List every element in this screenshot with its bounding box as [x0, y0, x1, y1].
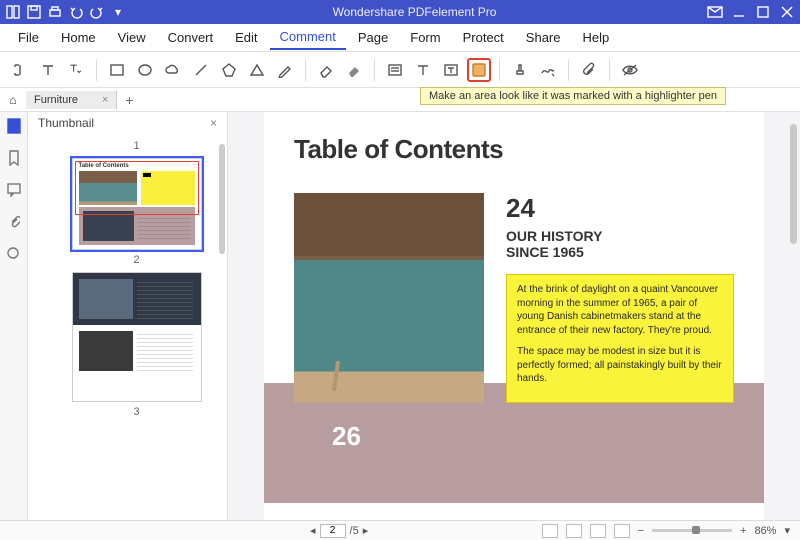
- menu-home[interactable]: Home: [51, 26, 106, 49]
- left-rail: [0, 112, 28, 520]
- separator: [499, 59, 500, 81]
- maximize-icon[interactable]: [754, 3, 772, 21]
- pencil-icon[interactable]: [273, 58, 297, 82]
- next-page-icon[interactable]: ▸: [363, 524, 369, 537]
- rectangle-icon[interactable]: [105, 58, 129, 82]
- oval-icon[interactable]: [133, 58, 157, 82]
- menubar: File Home View Convert Edit Comment Page…: [0, 24, 800, 52]
- separator: [568, 59, 569, 81]
- prev-page-icon[interactable]: ◂: [310, 524, 316, 537]
- document-tab[interactable]: Furniture ×: [26, 91, 117, 109]
- connected-lines-icon[interactable]: [245, 58, 269, 82]
- polygon-icon[interactable]: [217, 58, 241, 82]
- panel-title: Thumbnail: [38, 116, 94, 130]
- stamp-icon[interactable]: [508, 58, 532, 82]
- two-page-continuous-icon[interactable]: [614, 524, 630, 538]
- redo-icon[interactable]: [88, 3, 106, 21]
- entry-number: 24: [506, 193, 734, 224]
- page-scrollbar[interactable]: [790, 124, 797, 244]
- area-highlight-icon[interactable]: [467, 58, 491, 82]
- panel-close-icon[interactable]: ×: [210, 116, 217, 130]
- text-icon[interactable]: [36, 58, 60, 82]
- minimize-icon[interactable]: [730, 3, 748, 21]
- tooltip: Make an area look like it was marked wit…: [420, 87, 726, 105]
- text-select-icon[interactable]: [8, 58, 32, 82]
- menu-protect[interactable]: Protect: [453, 26, 514, 49]
- menu-convert[interactable]: Convert: [158, 26, 224, 49]
- tab-close-icon[interactable]: ×: [102, 94, 108, 106]
- content-image: [294, 193, 484, 403]
- thumb-label: 3: [56, 406, 217, 418]
- eraser-icon[interactable]: [314, 58, 338, 82]
- thumbnail-panel: Thumbnail × 1 Table of Contents 2 3: [28, 112, 228, 520]
- status-bar: ◂ /5 ▸ − + 86% ▾: [0, 520, 800, 540]
- thumb-label: 1: [56, 140, 217, 152]
- typewriter-icon[interactable]: [411, 58, 435, 82]
- attachment-icon[interactable]: [577, 58, 601, 82]
- menu-page[interactable]: Page: [348, 26, 398, 49]
- single-page-icon[interactable]: [542, 524, 558, 538]
- app-logo-icon: [4, 3, 22, 21]
- cloud-icon[interactable]: [161, 58, 185, 82]
- zoom-out-icon[interactable]: −: [638, 525, 644, 537]
- highlighted-area[interactable]: At the brink of daylight on a quaint Van…: [506, 274, 734, 403]
- menu-file[interactable]: File: [8, 26, 49, 49]
- pdf-page: Table of Contents 24 OUR HISTORYSINCE 19…: [264, 112, 764, 520]
- text-dropdown-icon[interactable]: [64, 58, 88, 82]
- eraser-alt-icon[interactable]: [342, 58, 366, 82]
- menu-view[interactable]: View: [108, 26, 156, 49]
- comment-toolbar: Make an area look like it was marked wit…: [0, 52, 800, 88]
- bookmark-rail-icon[interactable]: [4, 148, 24, 168]
- line-icon[interactable]: [189, 58, 213, 82]
- separator: [609, 59, 610, 81]
- note-icon[interactable]: [383, 58, 407, 82]
- save-icon[interactable]: [25, 3, 43, 21]
- menu-share[interactable]: Share: [516, 26, 571, 49]
- page-heading: Table of Contents: [294, 134, 734, 165]
- thumbnail-page-2[interactable]: Table of Contents: [72, 158, 202, 250]
- thumb-scrollbar[interactable]: [219, 144, 225, 254]
- page-input[interactable]: [320, 524, 346, 538]
- app-title: Wondershare PDFelement Pro: [123, 5, 706, 19]
- thumbnail-rail-icon[interactable]: [4, 116, 24, 136]
- menu-form[interactable]: Form: [400, 26, 450, 49]
- page-total: /5: [350, 525, 359, 537]
- signature-icon[interactable]: [536, 58, 560, 82]
- pager: ◂ /5 ▸: [310, 524, 368, 538]
- comment-rail-icon[interactable]: [4, 180, 24, 200]
- page-view[interactable]: Table of Contents 24 OUR HISTORYSINCE 19…: [228, 112, 800, 520]
- attachment-rail-icon[interactable]: [4, 212, 24, 232]
- continuous-icon[interactable]: [566, 524, 582, 538]
- separator: [96, 59, 97, 81]
- undo-icon[interactable]: [67, 3, 85, 21]
- document-tab-label: Furniture: [34, 94, 78, 106]
- search-rail-icon[interactable]: [4, 244, 24, 264]
- thumb-label: 2: [56, 254, 217, 266]
- zoom-dropdown-icon[interactable]: ▾: [784, 524, 790, 537]
- separator: [374, 59, 375, 81]
- home-tab-icon[interactable]: ⌂: [0, 93, 26, 107]
- menu-comment[interactable]: Comment: [270, 25, 346, 50]
- separator: [305, 59, 306, 81]
- zoom-slider[interactable]: [652, 529, 732, 532]
- text-box-icon[interactable]: [439, 58, 463, 82]
- entry-number: 26: [332, 421, 361, 503]
- thumbnail-page-3[interactable]: [72, 272, 202, 402]
- menu-help[interactable]: Help: [573, 26, 620, 49]
- mail-icon[interactable]: [706, 3, 724, 21]
- new-tab-icon[interactable]: +: [117, 92, 141, 108]
- two-page-icon[interactable]: [590, 524, 606, 538]
- zoom-value: 86%: [754, 525, 776, 537]
- menu-edit[interactable]: Edit: [225, 26, 267, 49]
- print-icon[interactable]: [46, 3, 64, 21]
- hide-comments-icon[interactable]: [618, 58, 642, 82]
- close-icon[interactable]: [778, 3, 796, 21]
- quick-access-dropdown-icon[interactable]: ▾: [113, 5, 123, 19]
- zoom-in-icon[interactable]: +: [740, 525, 746, 537]
- titlebar: ▾ Wondershare PDFelement Pro: [0, 0, 800, 24]
- entry-title: OUR HISTORYSINCE 1965: [506, 228, 734, 260]
